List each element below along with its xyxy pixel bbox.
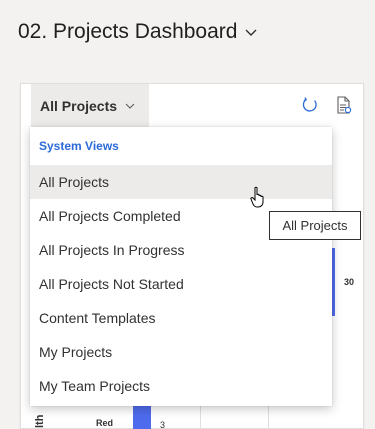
chevron-down-icon — [245, 29, 257, 36]
card-toolbar: All Projects — [21, 84, 363, 128]
chart-category-label: Red — [96, 418, 114, 428]
chevron-down-icon — [125, 103, 135, 109]
dropdown-item-all-projects-not-started[interactable]: All Projects Not Started — [30, 267, 332, 301]
chart-gridline — [200, 405, 201, 429]
view-selector-button[interactable]: All Projects — [31, 84, 149, 128]
dropdown-item-content-templates[interactable]: Content Templates — [30, 301, 332, 335]
view-dropdown-menu: System Views All Projects All Projects C… — [30, 127, 332, 406]
export-icon[interactable] — [336, 96, 352, 114]
chart-data-label: 3 — [160, 420, 166, 429]
tooltip: All Projects — [269, 211, 361, 240]
dropdown-item-all-projects[interactable]: All Projects — [30, 165, 332, 199]
chart-gridline — [268, 405, 269, 429]
dropdown-item-my-team-projects[interactable]: My Team Projects — [30, 369, 332, 403]
hand-cursor-icon — [250, 186, 264, 208]
view-selector-label: All Projects — [40, 98, 118, 114]
dropdown-section-header: System Views — [39, 139, 119, 153]
chart-bar — [133, 405, 151, 429]
refresh-icon[interactable] — [301, 96, 319, 114]
dropdown-item-my-projects[interactable]: My Projects — [30, 335, 332, 369]
dashboard-title: 02. Projects Dashboard — [18, 20, 238, 43]
chart-data-label: 30 — [344, 277, 355, 287]
dashboard-title-selector[interactable]: 02. Projects Dashboard — [18, 20, 257, 44]
dashboard-header: 02. Projects Dashboard — [0, 0, 375, 80]
chart-axis-label: lth — [34, 414, 46, 428]
